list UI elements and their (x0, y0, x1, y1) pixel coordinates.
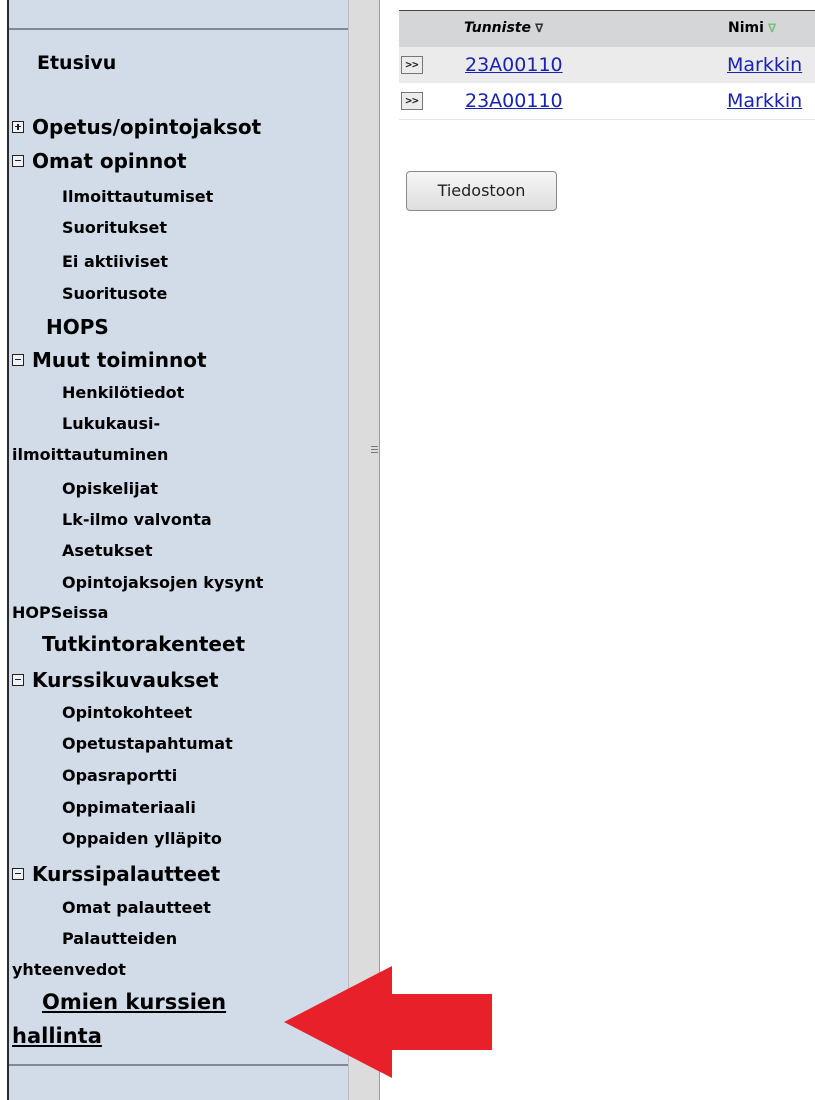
sidebar-item-label: Opetus/opintojaksot (32, 115, 262, 139)
sidebar-item-home[interactable]: Etusivu (37, 52, 116, 74)
sidebar-item-opetus[interactable]: Opetus/opintojaksot (12, 115, 261, 139)
sidebar-item-hops[interactable]: HOPS (46, 315, 109, 339)
sidebar-item-muut-toiminnot[interactable]: Muut toiminnot (12, 348, 207, 372)
sidebar-item-label: Ei aktiiviset (62, 252, 168, 271)
sidebar-item-label: yhteenvedot (12, 960, 126, 979)
sidebar-item-label: Suoritusote (62, 284, 168, 303)
sidebar-item-label: Kurssikuvaukset (32, 668, 219, 692)
sidebar-item-label: Oppaiden ylläpito (62, 829, 222, 848)
table-row: >> 23A00110 Markkin (399, 47, 815, 83)
navigation-sidebar: Etusivu Opetus/opintojaksot Omat opinnot… (7, 0, 350, 1100)
sidebar-item-label: HOPSeissa (12, 603, 109, 622)
sidebar-item-kysynta[interactable]: Opintojaksojen kysynt (62, 573, 263, 592)
sidebar-item-omien-kurssien[interactable]: Omien kurssien (42, 990, 226, 1014)
sidebar-item-opasraportti[interactable]: Opasraportti (62, 766, 177, 785)
sidebar-item-label: Omat palautteet (62, 898, 211, 917)
sidebar-item-label: Muut toiminnot (32, 348, 207, 372)
sidebar-item-asetukset[interactable]: Asetukset (62, 541, 152, 560)
sidebar-item-oppimateriaali[interactable]: Oppimateriaali (62, 798, 196, 817)
sidebar-item-label: Omat opinnot (32, 149, 187, 173)
sidebar-item-oppaiden-yllapito[interactable]: Oppaiden ylläpito (62, 829, 222, 848)
sidebar-item-label: Lk-ilmo valvonta (62, 510, 212, 529)
sidebar-item-omat-palautteet[interactable]: Omat palautteet (62, 898, 211, 917)
sort-down-icon[interactable]: ∇ (768, 21, 776, 35)
column-header-label: Tunniste (464, 20, 531, 36)
sidebar-item-kurssipalautteet[interactable]: Kurssipalautteet (12, 862, 220, 886)
sidebar-item-label: Opetustapahtumat (62, 734, 233, 753)
sidebar-item-lukukausi-cont[interactable]: ilmoittautuminen (12, 445, 168, 464)
sidebar-item-label: Asetukset (62, 541, 153, 560)
sidebar-item-label: Henkilötiedot (62, 383, 185, 402)
sidebar-item-henkilotiedot[interactable]: Henkilötiedot (62, 383, 184, 402)
sidebar-item-palautteiden-cont[interactable]: yhteenvedot (12, 960, 126, 979)
sidebar-item-omat-opinnot[interactable]: Omat opinnot (12, 149, 187, 173)
table-header-row: Tunniste ∇ Nimi ∇ (399, 11, 815, 47)
results-table: Tunniste ∇ Nimi ∇ >> 23A00110 Markkin >> 2… (399, 10, 815, 120)
export-to-file-button[interactable]: Tiedostoon (406, 171, 557, 211)
sidebar-item-label: ilmoittautuminen (12, 445, 169, 464)
sidebar-item-label: Oppimateriaali (62, 798, 196, 817)
sidebar-item-label: Tutkintorakenteet (42, 632, 246, 656)
sidebar-item-tutkintorakenteet[interactable]: Tutkintorakenteet (42, 632, 245, 656)
main-content: Tunniste ∇ Nimi ∇ >> 23A00110 Markkin >> 2… (381, 0, 815, 1100)
sidebar-item-label: Lukukausi- (62, 414, 161, 433)
red-pointer-arrow-icon (284, 966, 492, 1078)
collapse-minus-icon[interactable] (12, 353, 24, 366)
sidebar-item-suoritukset[interactable]: Suoritukset (62, 218, 167, 237)
expand-row-button[interactable]: >> (401, 92, 423, 110)
sidebar-item-omien-kurssien-cont[interactable]: hallinta (12, 1024, 102, 1048)
nimi-link[interactable]: Markkin (727, 54, 802, 76)
tunniste-link[interactable]: 23A00110 (465, 90, 563, 112)
column-header-label: Nimi (728, 20, 764, 36)
sidebar-item-label: Palautteiden (62, 929, 178, 948)
sort-down-icon[interactable]: ∇ (535, 21, 543, 35)
sidebar-item-opiskelijat[interactable]: Opiskelijat (62, 479, 158, 498)
sidebar-item-label: Suoritukset (62, 218, 167, 237)
sidebar-item-suoritusote[interactable]: Suoritusote (62, 284, 167, 303)
sidebar-item-label: HOPS (46, 315, 109, 339)
sidebar-item-lk-ilmo[interactable]: Lk-ilmo valvonta (62, 510, 212, 529)
sidebar-item-ilmoittautumiset[interactable]: Ilmoittautumiset (62, 187, 213, 206)
sidebar-item-label: Ilmoittautumiset (62, 187, 214, 206)
sidebar-item-label: Kurssipalautteet (32, 862, 221, 886)
sidebar-item-kurssikuvaukset[interactable]: Kurssikuvaukset (12, 668, 219, 692)
column-header-tunniste[interactable]: Tunniste ∇ (464, 20, 543, 36)
expand-plus-icon[interactable] (12, 120, 24, 133)
sidebar-item-opetustapahtumat[interactable]: Opetustapahtumat (62, 734, 233, 753)
sidebar-item-label: Etusivu (37, 52, 117, 74)
collapse-minus-icon[interactable] (12, 867, 24, 880)
nimi-link[interactable]: Markkin (727, 90, 802, 112)
collapse-minus-icon[interactable] (12, 673, 24, 686)
tunniste-link[interactable]: 23A00110 (465, 54, 563, 76)
sidebar-item-label: Omien kurssien (42, 990, 227, 1014)
pane-splitter[interactable] (348, 0, 380, 1100)
table-row: >> 23A00110 Markkin (399, 83, 815, 120)
sidebar-top-divider (9, 28, 350, 30)
collapse-minus-icon[interactable] (12, 154, 24, 167)
sidebar-item-label: Opasraportti (62, 766, 178, 785)
expand-row-button[interactable]: >> (401, 56, 423, 74)
drag-handle-icon[interactable] (371, 446, 378, 455)
sidebar-item-lukukausi[interactable]: Lukukausi- (62, 414, 160, 433)
sidebar-item-label: Opiskelijat (62, 479, 159, 498)
sidebar-item-palautteiden[interactable]: Palautteiden (62, 929, 177, 948)
sidebar-item-label: hallinta (12, 1024, 102, 1048)
sidebar-item-opintokohteet[interactable]: Opintokohteet (62, 703, 192, 722)
sidebar-item-label: Opintojaksojen kysynt (62, 573, 264, 592)
sidebar-item-ei-aktiiviset[interactable]: Ei aktiiviset (62, 252, 168, 271)
sidebar-item-kysynta-cont[interactable]: HOPSeissa (12, 603, 108, 622)
column-header-nimi[interactable]: Nimi ∇ (728, 20, 776, 36)
sidebar-item-label: Opintokohteet (62, 703, 193, 722)
